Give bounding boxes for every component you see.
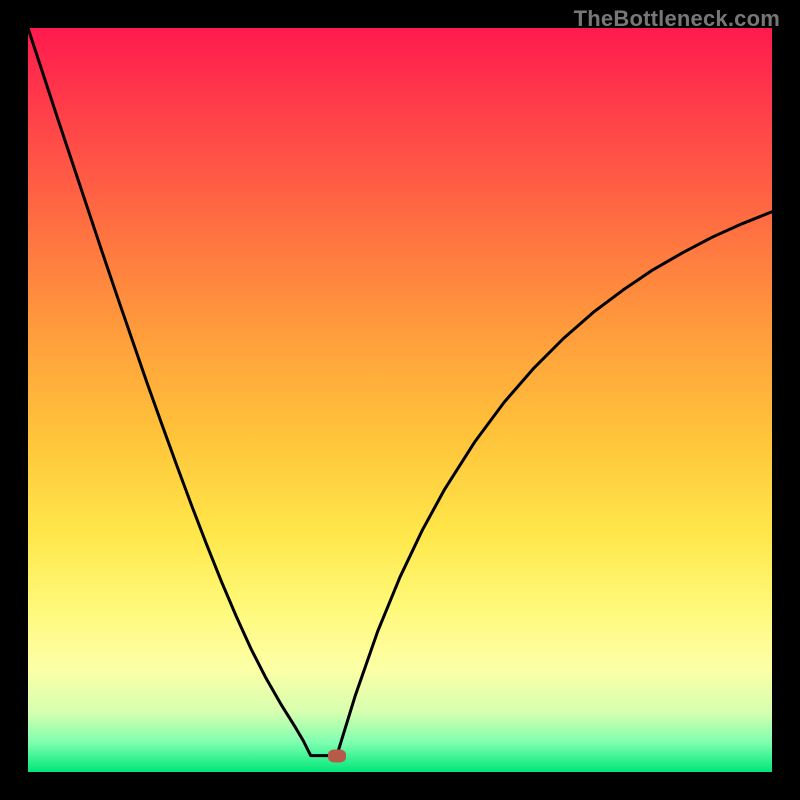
plot-area: [28, 28, 772, 772]
curve-overlay: [28, 28, 772, 772]
bottleneck-curve: [28, 28, 772, 756]
chart-frame: TheBottleneck.com: [0, 0, 800, 800]
optimal-point-marker: [328, 749, 346, 762]
